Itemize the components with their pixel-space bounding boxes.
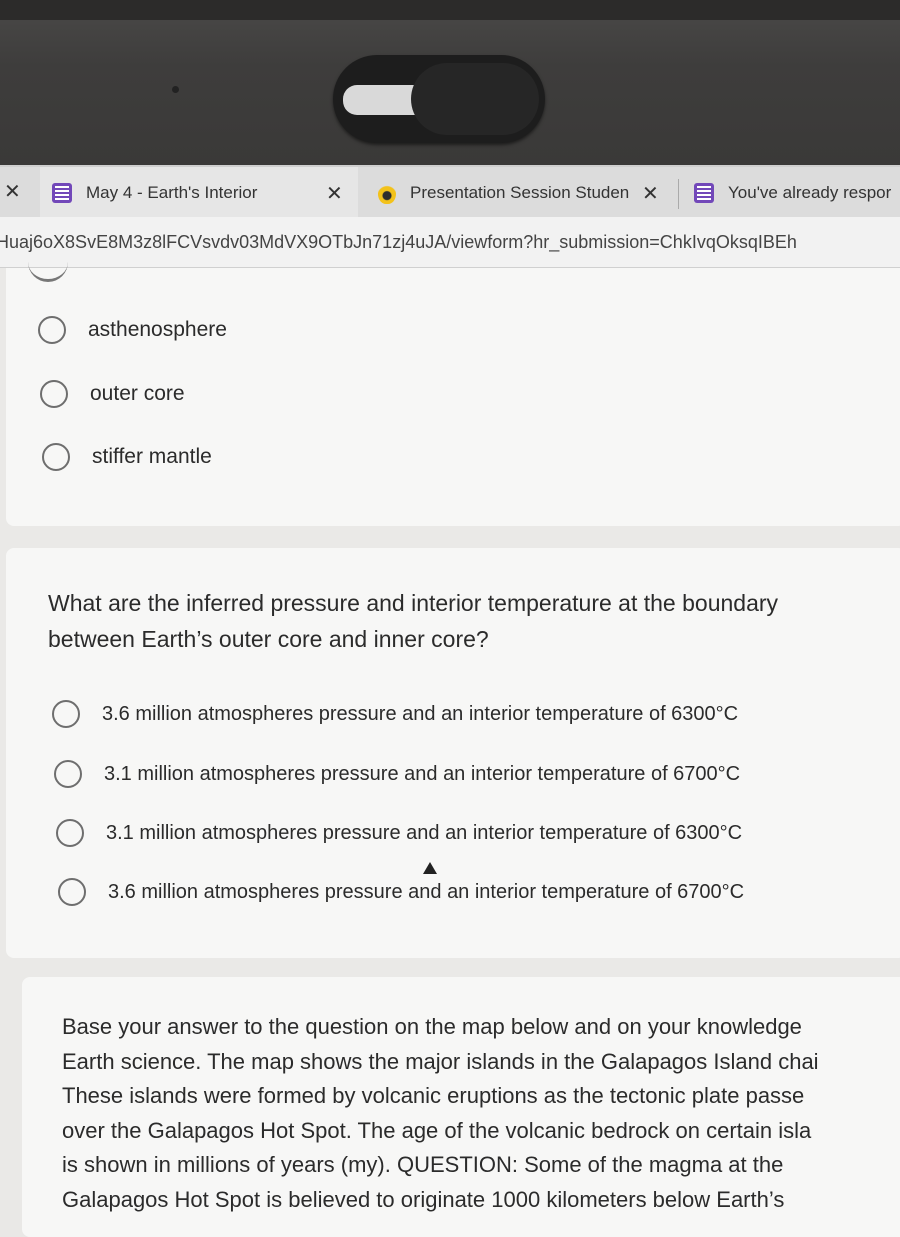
option-3-1m-6300c[interactable]: 3.1 million atmospheres pressure and an … bbox=[56, 819, 742, 847]
option-label: outer core bbox=[90, 382, 185, 405]
radio-button[interactable] bbox=[40, 380, 68, 408]
question-passage: Base your answer to the question on the … bbox=[62, 1010, 900, 1217]
tab-presentation-session[interactable]: Presentation Session Studen ✕ bbox=[372, 167, 672, 219]
passage-line: Base your answer to the question on the … bbox=[62, 1014, 802, 1039]
option-3-6m-6700c[interactable]: 3.6 million atmospheres pressure and an … bbox=[58, 878, 744, 906]
option-3-6m-6300c[interactable]: 3.6 million atmospheres pressure and an … bbox=[52, 700, 738, 728]
bezel-sensor bbox=[172, 86, 179, 93]
browser-tab-bar: ✕ May 4 - Earth's Interior ✕ Presentatio… bbox=[0, 165, 900, 219]
option-label: 3.6 million atmospheres pressure and an … bbox=[108, 880, 745, 903]
radio-button[interactable] bbox=[58, 878, 86, 906]
option-label: asthenosphere bbox=[88, 318, 227, 341]
google-forms-icon bbox=[52, 183, 72, 203]
option-label: stiffer mantle bbox=[92, 445, 212, 468]
radio-button[interactable] bbox=[56, 819, 84, 847]
question-line: What are the inferred pressure and inter… bbox=[48, 590, 779, 616]
tab-title: Presentation Session Studen bbox=[410, 183, 630, 202]
passage-line: over the Galapagos Hot Spot. The age of … bbox=[62, 1117, 812, 1143]
radio-button[interactable] bbox=[42, 443, 70, 471]
tab-earths-interior[interactable]: May 4 - Earth's Interior ✕ bbox=[40, 167, 358, 219]
tab-title: You've already respor bbox=[728, 183, 892, 202]
question-title: What are the inferred pressure and inter… bbox=[48, 585, 888, 657]
tab-title: May 4 - Earth's Interior bbox=[86, 183, 258, 202]
option-label: 3.1 million atmospheres pressure and an … bbox=[106, 821, 743, 844]
mouse-cursor-icon bbox=[423, 862, 437, 874]
radio-button[interactable] bbox=[38, 316, 66, 344]
passage-line: is shown in millions of years (my). QUES… bbox=[62, 1152, 784, 1177]
passage-line: Earth science. The map shows the major i… bbox=[62, 1048, 819, 1074]
close-icon[interactable]: ✕ bbox=[642, 181, 659, 206]
option-outer-core[interactable]: outer core bbox=[40, 380, 185, 408]
passage-line: These islands were formed by volcanic er… bbox=[62, 1083, 805, 1108]
option-stiffer-mantle[interactable]: stiffer mantle bbox=[42, 443, 212, 471]
option-label: 3.6 million atmospheres pressure and an … bbox=[102, 702, 739, 725]
radio-button[interactable] bbox=[52, 700, 80, 728]
radio-button[interactable] bbox=[54, 760, 82, 788]
option-asthenosphere[interactable]: asthenosphere bbox=[38, 316, 227, 344]
url-text[interactable]: Huaj6oX8SvE8M3z8lFCVsvdv03MdVX9OTbJn71zj… bbox=[0, 232, 797, 253]
google-slides-icon bbox=[378, 182, 396, 204]
webcam-cover-slider bbox=[411, 63, 539, 135]
address-bar[interactable]: Huaj6oX8SvE8M3z8lFCVsvdv03MdVX9OTbJn71zj… bbox=[0, 217, 900, 268]
tab-already-responded[interactable]: You've already respor bbox=[694, 167, 900, 219]
tab-separator bbox=[678, 179, 679, 209]
webcam-cover bbox=[333, 55, 545, 143]
option-label: 3.1 million atmospheres pressure and an … bbox=[104, 762, 741, 785]
google-forms-icon bbox=[694, 183, 714, 203]
close-icon[interactable]: ✕ bbox=[326, 181, 343, 206]
question-line: between Earth’s outer core and inner cor… bbox=[48, 626, 489, 652]
close-icon[interactable]: ✕ bbox=[4, 179, 21, 204]
laptop-bezel bbox=[0, 0, 900, 165]
option-3-1m-6700c[interactable]: 3.1 million atmospheres pressure and an … bbox=[54, 760, 740, 788]
bezel-rim bbox=[0, 0, 900, 20]
